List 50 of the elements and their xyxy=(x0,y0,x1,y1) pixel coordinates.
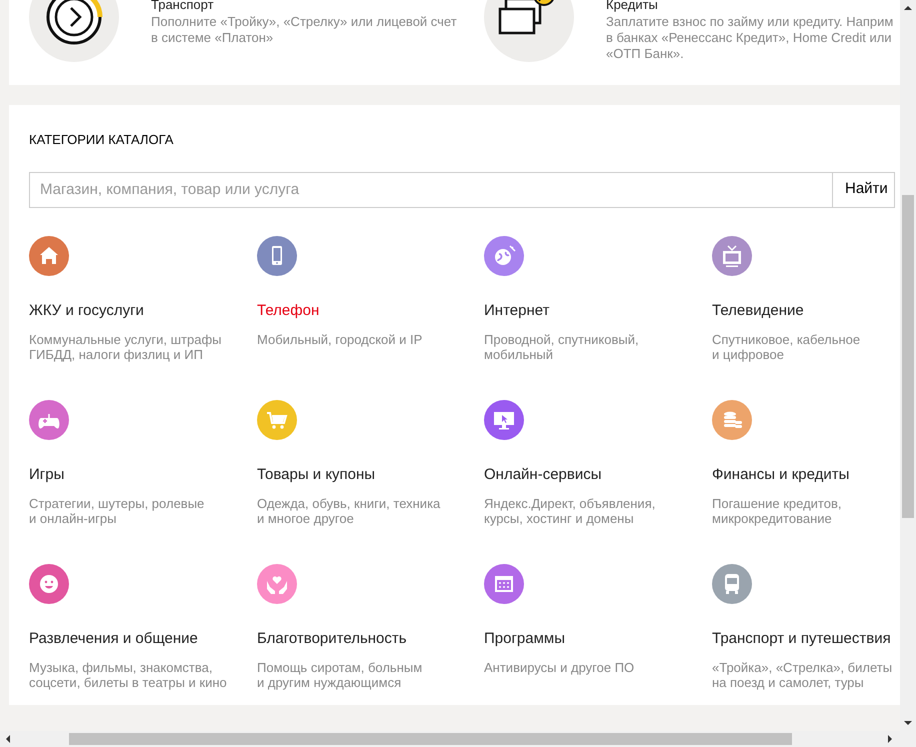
category-link[interactable]: Телевидение xyxy=(712,302,804,320)
smiley-icon[interactable] xyxy=(29,564,69,604)
tv-icon[interactable] xyxy=(712,236,752,276)
monitor-cursor-icon[interactable] xyxy=(484,400,524,440)
scroll-right-icon[interactable] xyxy=(886,735,894,743)
clock-arrow-icon[interactable] xyxy=(29,0,119,62)
coins-icon[interactable] xyxy=(712,400,752,440)
scrollbar-thumb[interactable] xyxy=(902,195,914,518)
category-description: Погашение кредитов, микрокредитование xyxy=(712,496,842,526)
category-link[interactable]: Развлечения и общение xyxy=(29,630,198,648)
category-description: Яндекс.Директ, объявления, курсы, хостинг и домены xyxy=(484,496,656,526)
category-link[interactable]: ЖКУ и госуслуги xyxy=(29,302,144,320)
category-link[interactable]: Программы xyxy=(484,630,566,648)
category-description: «Тройка», «Стрелка», билеты на поезд и самолет, туры xyxy=(712,660,894,690)
category-link[interactable]: Транспорт и путешествия xyxy=(712,630,891,648)
category-description: Одежда, обувь, книги, техника и многое другое xyxy=(257,496,442,526)
category-description: Антивирусы и другое ПО xyxy=(484,660,636,675)
category-link[interactable]: Телефон xyxy=(257,302,320,320)
heart-hands-icon[interactable] xyxy=(257,564,297,604)
service-title[interactable]: Транспорт xyxy=(151,0,471,12)
search-field[interactable]: Магазин, компания, товар или услуга xyxy=(29,172,833,208)
scrollbar-thumb[interactable] xyxy=(69,733,792,745)
scroll-left-icon[interactable] xyxy=(4,735,12,743)
scroll-up-icon[interactable] xyxy=(904,4,912,12)
service-description: Пополните «Тройку», «Стрелку» или лицевой счет в системе «Платон» xyxy=(151,14,458,46)
category-link[interactable]: Онлайн-сервисы xyxy=(484,466,602,484)
service-description: Заплатите взнос по займу или кредиту. Наприм в банках «Ренессанс Кредит», Home Credit или «ОТП Банк». xyxy=(606,14,894,62)
category-description: Помощь сиротам, больным и другим нуждающимся xyxy=(257,660,424,690)
category-link[interactable]: Финансы и кредиты xyxy=(712,466,850,484)
cart-icon[interactable] xyxy=(257,400,297,440)
category-description: Мобильный, городской и IP xyxy=(257,332,424,347)
category-link[interactable]: Интернет xyxy=(484,302,550,320)
bus-icon[interactable] xyxy=(712,564,752,604)
category-link[interactable]: Благотворительность xyxy=(257,630,407,648)
category-description: Коммунальные услуги, штрафы ГИБДД, налоги физлиц и ИП xyxy=(29,332,223,362)
house-icon[interactable] xyxy=(29,236,69,276)
category-description: Спутниковое, кабельное и цифровое xyxy=(712,332,862,362)
category-link[interactable]: Товары и купоны xyxy=(257,466,376,484)
scroll-down-icon[interactable] xyxy=(904,719,912,727)
category-link[interactable]: Игры xyxy=(29,466,64,484)
category-description: Стратегии, шутеры, ролевые и онлайн-игры xyxy=(29,496,206,526)
window-grid-icon[interactable] xyxy=(484,564,524,604)
category-description: Проводной, спутниковый, мобильный xyxy=(484,332,640,362)
gamepad-icon[interactable] xyxy=(29,400,69,440)
phone-icon[interactable] xyxy=(257,236,297,276)
category-description: Музыка, фильмы, знакомства, соцсети, билеты в театры и кино xyxy=(29,660,228,690)
search-button[interactable]: Найти xyxy=(833,172,895,208)
section-heading: КАТЕГОРИИ КАТАЛОГА xyxy=(29,131,174,149)
service-title[interactable]: Кредиты xyxy=(606,0,900,12)
cards-percent-icon[interactable] xyxy=(484,0,574,62)
